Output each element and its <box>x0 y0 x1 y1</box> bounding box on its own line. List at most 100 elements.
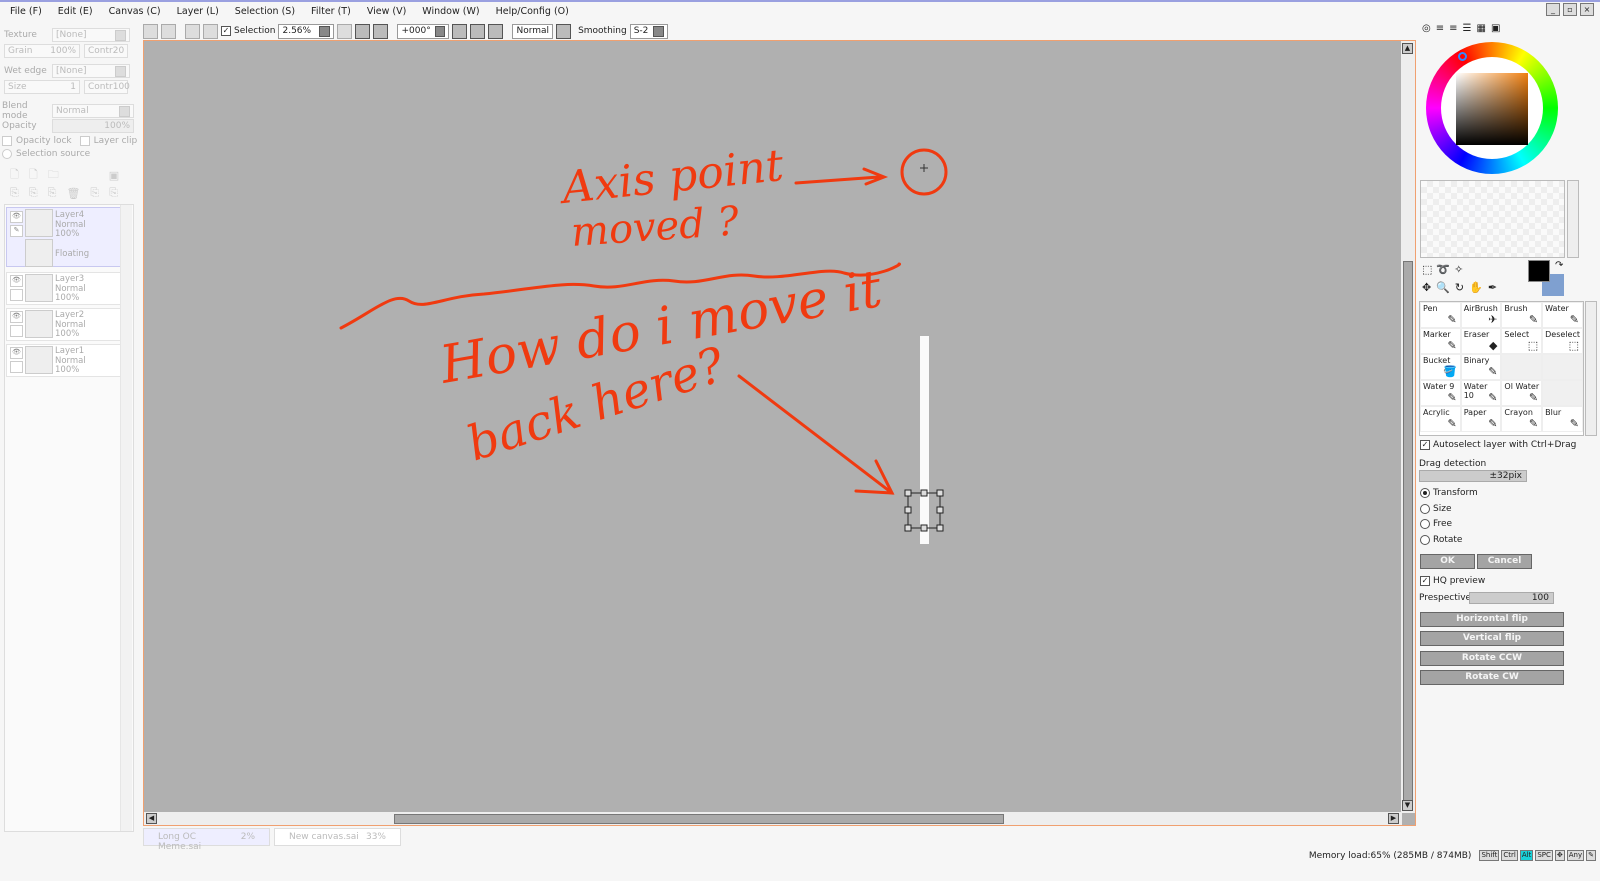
horizontal-flip-button[interactable]: Horizontal flip <box>1420 612 1564 627</box>
eye-icon[interactable]: 👁 <box>10 311 23 323</box>
scroll-down-icon[interactable]: ▼ <box>1402 800 1413 811</box>
merge-down-icon[interactable]: ⎘ <box>48 186 57 200</box>
restore-button[interactable]: ▫ <box>1563 3 1577 16</box>
ok-button[interactable]: OK <box>1420 554 1475 569</box>
deselect-button[interactable] <box>185 23 200 39</box>
eye-icon[interactable]: 👁 <box>10 275 23 287</box>
eye-icon[interactable]: 👁 <box>10 211 23 223</box>
menu-file[interactable]: File (F) <box>10 6 42 17</box>
eye-icon[interactable]: 👁 <box>10 347 23 359</box>
tool-brush[interactable]: Brush ✎ <box>1501 302 1543 328</box>
free-radio[interactable] <box>1420 519 1430 529</box>
minimize-button[interactable]: _ <box>1546 3 1560 16</box>
rotate-reset-button[interactable] <box>488 23 504 39</box>
zoom-reset-button[interactable] <box>373 23 389 39</box>
canvas-area[interactable]: Axis point moved ? How do i move it back… <box>143 40 1416 826</box>
copy-layer-icon[interactable]: ⎘ <box>10 186 19 200</box>
texture-select[interactable]: [None] <box>52 28 130 42</box>
lock-slot[interactable] <box>10 289 23 301</box>
wet-edge-select[interactable]: [None] <box>52 64 130 78</box>
menu-filter[interactable]: Filter (T) <box>311 6 351 17</box>
rotate-cw-button[interactable]: Rotate CW <box>1420 670 1564 685</box>
tool-crayon[interactable]: Crayon ✎ <box>1501 406 1543 432</box>
rect-select-icon[interactable]: ⬚ <box>1422 263 1432 276</box>
tool-eraser[interactable]: Eraser ◆ <box>1460 328 1502 354</box>
transfer-down-icon[interactable]: ⎘ <box>29 186 38 200</box>
rotate-cw-button[interactable] <box>470 23 486 39</box>
layer-item-layer1[interactable]: 👁 Layer1 Normal 100% <box>6 344 121 377</box>
layer-list-scrollbar[interactable] <box>120 205 132 831</box>
blend-mode-select[interactable]: Normal <box>52 104 134 118</box>
rgb-slider-tab-icon[interactable]: ≡ <box>1436 23 1444 34</box>
opacity-slider[interactable]: 100% <box>52 119 134 133</box>
foreground-color-swatch[interactable] <box>1528 260 1550 282</box>
cancel-button[interactable]: Cancel <box>1477 554 1532 569</box>
drag-detection-slider[interactable]: ±32pix <box>1419 470 1527 482</box>
zoom-select[interactable]: 2.56% <box>278 23 335 39</box>
magic-wand-icon[interactable]: ✧ <box>1454 263 1463 276</box>
layer-item-layer4[interactable]: 👁 ✎ Layer4 Normal 100% Floating <box>6 207 121 267</box>
tool-airbrush[interactable]: AirBrush ✈ <box>1460 302 1502 328</box>
hq-preview-checkbox[interactable]: ✓ <box>1420 576 1430 586</box>
selection-checkbox[interactable]: ✓ <box>221 26 231 36</box>
zoom-in-button[interactable] <box>355 23 371 39</box>
tool-marker[interactable]: Marker ✎ <box>1420 328 1461 354</box>
canvas-horizontal-scrollbar[interactable]: ◀ ▶ <box>144 812 1402 825</box>
zoom-out-button[interactable] <box>337 23 353 39</box>
redo-button[interactable] <box>161 23 176 39</box>
layer-item-layer3[interactable]: 👁 Layer3 Normal 100% <box>6 272 121 305</box>
contr-slider[interactable]: Contr 20 <box>84 44 128 58</box>
close-button[interactable]: × <box>1580 3 1594 16</box>
rotate-ccw-button[interactable] <box>452 23 468 39</box>
scroll-up-icon[interactable]: ▲ <box>1402 43 1413 54</box>
saturation-value-square[interactable] <box>1456 73 1528 145</box>
view-mode-select[interactable]: Normal <box>512 23 554 39</box>
size-radio[interactable] <box>1420 504 1430 514</box>
vertical-scroll-thumb[interactable] <box>1403 261 1413 811</box>
delete-layer-icon[interactable]: 🗑 <box>66 187 80 200</box>
color-swatches[interactable] <box>1420 180 1565 258</box>
menu-selection[interactable]: Selection (S) <box>235 6 295 17</box>
new-layer-icon[interactable]: 🗋 <box>10 166 19 185</box>
tool-ol-water[interactable]: Ol Water ✎ <box>1501 380 1543 406</box>
undo-button[interactable] <box>143 23 158 39</box>
menu-help[interactable]: Help/Config (O) <box>496 6 569 17</box>
menu-edit[interactable]: Edit (E) <box>58 6 93 17</box>
new-folder-icon[interactable]: 🗀 <box>48 166 59 185</box>
autoselect-checkbox[interactable]: ✓ <box>1420 440 1430 450</box>
mixer-tab-icon[interactable]: ☰ <box>1463 23 1472 34</box>
layer-item-layer2[interactable]: 👁 Layer2 Normal 100% <box>6 308 121 341</box>
tool-water[interactable]: Water ✎ <box>1542 302 1583 328</box>
transform-radio[interactable] <box>1420 488 1430 498</box>
move-icon[interactable]: ✥ <box>1422 281 1431 294</box>
hand-icon[interactable]: ✋ <box>1469 281 1483 294</box>
swatch-scrollbar[interactable] <box>1567 180 1579 258</box>
smoothing-select[interactable]: S-2 <box>629 23 668 39</box>
swap-colors-icon[interactable]: ↷ <box>1555 260 1563 271</box>
horizontal-scroll-thumb[interactable] <box>394 814 1004 824</box>
swatches-tab-icon[interactable]: ▦ <box>1476 23 1485 34</box>
hue-ring[interactable] <box>1426 42 1558 174</box>
scroll-left-icon[interactable]: ◀ <box>146 813 157 824</box>
lasso-icon[interactable]: ➰ <box>1436 263 1450 276</box>
scroll-right-icon[interactable]: ▶ <box>1388 813 1399 824</box>
zoom-icon[interactable]: 🔍 <box>1436 281 1450 294</box>
eyedropper-icon[interactable]: ✒ <box>1488 281 1497 294</box>
opacity-lock-checkbox[interactable] <box>2 136 12 146</box>
rotation-select[interactable]: +000° <box>397 23 450 39</box>
color-wheel-tab-icon[interactable]: ◎ <box>1422 23 1431 34</box>
flip-view-button[interactable] <box>556 23 572 39</box>
contr2-slider[interactable]: Contr 100 <box>84 80 130 94</box>
size-slider[interactable]: Size 1 <box>4 80 80 94</box>
tool-deselect[interactable]: Deselect ⬚ <box>1542 328 1583 354</box>
tool-pen[interactable]: Pen ✎ <box>1420 302 1461 328</box>
tool-paper[interactable]: Paper ✎ <box>1460 406 1502 432</box>
menu-canvas[interactable]: Canvas (C) <box>109 6 161 17</box>
canvas-vertical-scrollbar[interactable]: ▲ ▼ <box>1401 41 1415 813</box>
tool-water-10[interactable]: Water 10 ✎ <box>1460 380 1502 406</box>
vertical-flip-button[interactable]: Vertical flip <box>1420 631 1564 646</box>
scratchpad-tab-icon[interactable]: ▣ <box>1491 23 1500 34</box>
hsv-slider-tab-icon[interactable]: ≡ <box>1449 23 1457 34</box>
tool-water-9[interactable]: Water 9 ✎ <box>1420 380 1461 406</box>
selection-source-radio[interactable] <box>2 149 12 159</box>
